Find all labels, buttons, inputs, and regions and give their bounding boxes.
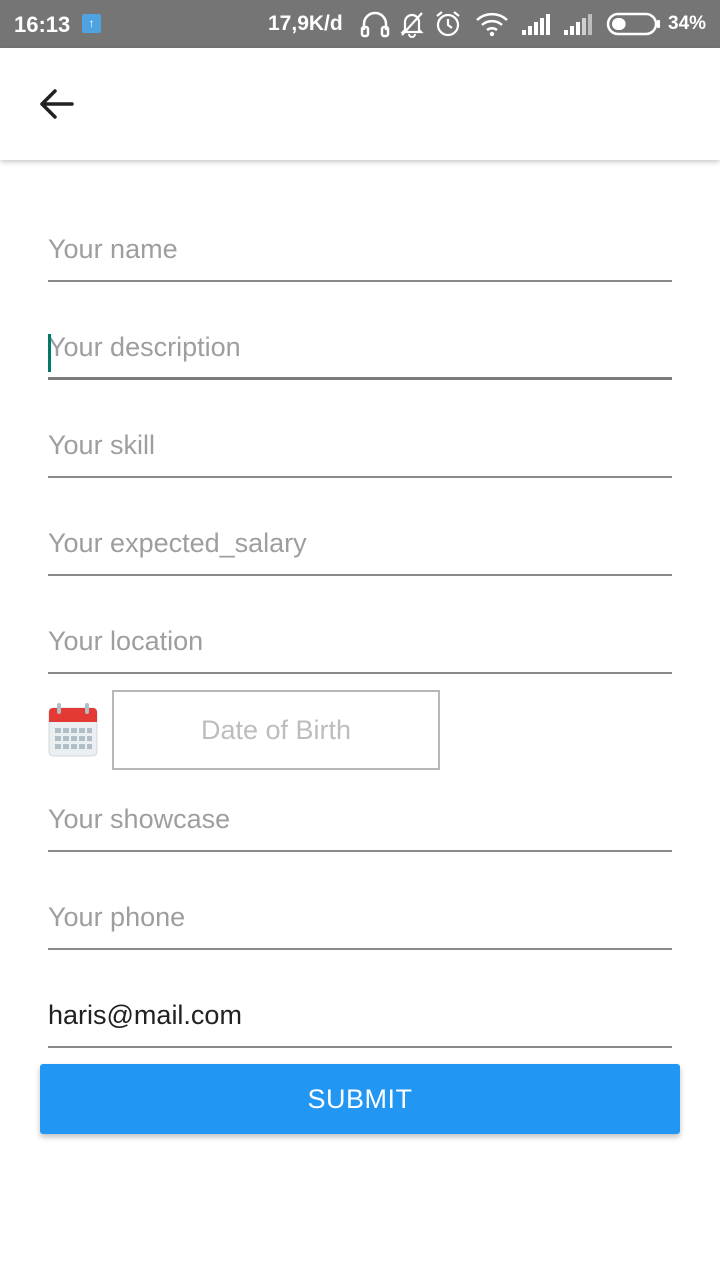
name-field[interactable] — [48, 226, 672, 282]
arrow-left-icon — [40, 89, 74, 119]
submit-button[interactable]: SUBMIT — [40, 1064, 680, 1134]
phone-field[interactable] — [48, 894, 672, 950]
calendar-icon[interactable] — [48, 702, 98, 758]
signal-icon — [522, 14, 550, 35]
showcase-field[interactable] — [48, 796, 672, 852]
date-of-birth-picker[interactable]: Date of Birth — [112, 690, 440, 770]
back-button[interactable] — [28, 78, 84, 130]
phone-input[interactable] — [48, 894, 672, 948]
location-underline — [48, 672, 672, 674]
battery-percent: 34% — [668, 13, 707, 34]
email-input[interactable] — [48, 992, 672, 1046]
description-field[interactable] — [48, 324, 672, 380]
email-field[interactable] — [48, 992, 672, 1048]
description-underline — [48, 377, 672, 380]
text-caret — [48, 334, 51, 372]
headphones-icon — [360, 11, 390, 38]
app-bar — [0, 48, 720, 160]
status-time: 16:13 — [14, 12, 71, 37]
location-input[interactable] — [48, 618, 672, 672]
skill-underline — [48, 476, 672, 478]
showcase-input[interactable] — [48, 796, 672, 850]
skill-field[interactable] — [48, 422, 672, 478]
battery-icon — [606, 12, 660, 36]
signal-icon — [564, 14, 592, 35]
email-underline — [48, 1046, 672, 1048]
wifi-icon — [476, 12, 508, 37]
description-input[interactable] — [48, 324, 672, 378]
location-field[interactable] — [48, 618, 672, 674]
alarm-icon — [436, 11, 460, 37]
expected-salary-input[interactable] — [48, 520, 672, 574]
phone-underline — [48, 948, 672, 950]
skill-input[interactable] — [48, 422, 672, 476]
status-bar: 16:13 ↑ 17,9K/d 34% — [0, 0, 720, 48]
expected-salary-field[interactable] — [48, 520, 672, 576]
name-input[interactable] — [48, 226, 672, 280]
bell-off-icon — [400, 12, 424, 38]
upload-icon: ↑ — [82, 14, 101, 33]
expected-salary-underline — [48, 574, 672, 576]
showcase-underline — [48, 850, 672, 852]
name-underline — [48, 280, 672, 282]
network-speed: 17,9K/d — [268, 12, 343, 35]
